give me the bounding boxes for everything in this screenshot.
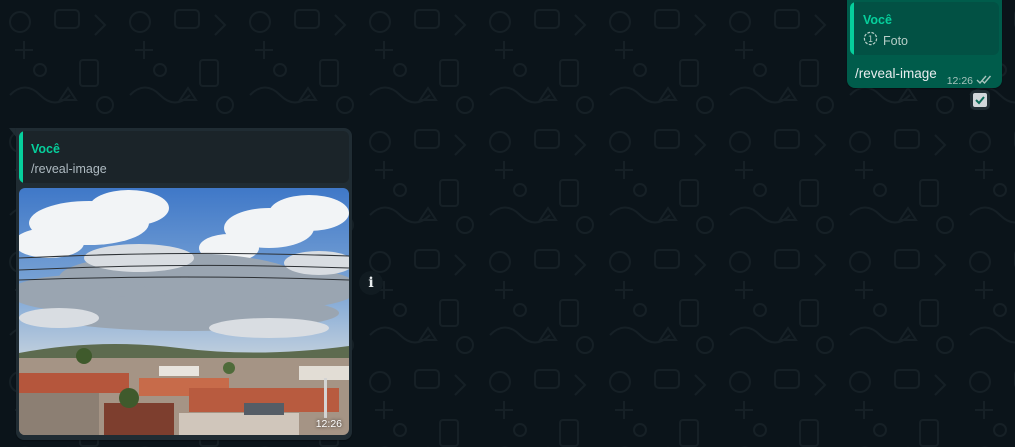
quote-accent-bar (19, 131, 23, 183)
quoted-message[interactable]: Você 1 Foto (850, 2, 999, 55)
info-icon: i (368, 275, 374, 291)
double-check-icon (976, 72, 992, 90)
camera-icon: 1 (863, 31, 878, 51)
outgoing-message-bubble[interactable]: Você 1 Foto /reveal-image 12:26 (847, 0, 1002, 88)
quoted-message[interactable]: Você /reveal-image (19, 131, 349, 183)
quoted-author: Você (31, 142, 60, 156)
message-meta: 12:26 (947, 72, 992, 90)
quoted-text: /reveal-image (31, 162, 107, 176)
checkbox-checked (973, 93, 987, 107)
incoming-message-bubble[interactable]: Você /reveal-image 12:26 (16, 128, 352, 440)
photo-time: 12:26 (315, 418, 342, 430)
quoted-author: Você (863, 13, 892, 27)
quoted-media-row: 1 Foto (863, 31, 909, 51)
photo-thumbnail[interactable]: 12:26 (19, 188, 349, 435)
check-icon (975, 96, 985, 105)
quoted-media-label: Foto (883, 34, 909, 48)
message-text: /reveal-image (855, 66, 937, 81)
select-message-checkbox[interactable] (970, 90, 990, 110)
message-time: 12:26 (946, 75, 973, 87)
info-button[interactable]: i (359, 271, 383, 295)
svg-text:1: 1 (868, 34, 873, 44)
quote-accent-bar (850, 2, 854, 55)
